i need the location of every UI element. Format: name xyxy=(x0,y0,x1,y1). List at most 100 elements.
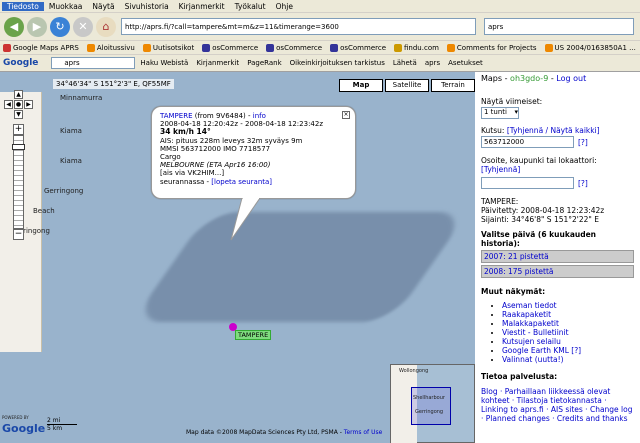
view-link[interactable]: Aseman tiedot xyxy=(502,301,557,310)
view-link[interactable]: Valinnat (uutta!) xyxy=(502,355,564,364)
pan-center-icon[interactable]: ● xyxy=(14,100,23,109)
ais-source: [ais via VK2HIM...] xyxy=(160,169,225,178)
zoom-knob[interactable] xyxy=(12,144,25,150)
stop-icon[interactable]: ✕ xyxy=(73,16,93,37)
call-help-link[interactable]: [?] xyxy=(578,138,588,147)
station-location: Sijainti: 34°46'8" S 151°2'22" E xyxy=(481,215,599,224)
address-clear-link[interactable]: [Tyhjennä] xyxy=(481,165,520,174)
list-item[interactable]: Google Earth KML [?] xyxy=(502,346,634,355)
speed-course: 34 km/h 14° xyxy=(160,127,211,137)
place-label: Gerringong xyxy=(44,187,84,195)
close-icon[interactable]: × xyxy=(342,111,350,119)
call-input[interactable] xyxy=(481,136,574,148)
google-logo: Google xyxy=(2,422,46,435)
zoom-in-icon[interactable]: + xyxy=(13,124,24,135)
history-year-2007[interactable]: 2007: 21 pistettä xyxy=(481,250,634,263)
call-clear-link[interactable]: [Tyhjennä / Näytä kaikki] xyxy=(507,126,600,135)
view-link[interactable]: Viestit - Bulletiinit xyxy=(502,328,569,337)
back-icon[interactable]: ◀ xyxy=(4,16,24,37)
powered-by-label: POWERED BY xyxy=(2,415,29,420)
place-label: Kiama xyxy=(60,157,82,165)
menu-view[interactable]: Näytä xyxy=(87,2,119,11)
reload-icon[interactable]: ↻ xyxy=(50,16,70,37)
menu-tools[interactable]: Työkalut xyxy=(230,2,271,11)
bookmark-item[interactable]: findu.com xyxy=(394,43,439,52)
scale-miles: 2 mi xyxy=(47,417,77,425)
spellcheck-button[interactable]: Oikeinkirjoituksen tarkistus xyxy=(290,59,385,67)
view-link[interactable]: Google Earth KML [?] xyxy=(502,346,581,355)
list-item[interactable]: Aseman tiedot xyxy=(502,301,634,310)
menu-help[interactable]: Ohje xyxy=(271,2,298,11)
coordinate-readout: 34°46'34" S 151°2'3" E, QF55MF xyxy=(53,79,174,89)
map-type-switcher: Map Satellite Terrain xyxy=(337,79,475,92)
station-from: (from 9V6484) xyxy=(194,112,246,120)
other-views-heading: Muut näkymät: xyxy=(481,287,546,296)
home-icon[interactable]: ⌂ xyxy=(96,16,116,37)
map-type-terrain[interactable]: Terrain xyxy=(431,79,475,92)
zoom-slider[interactable] xyxy=(12,135,25,229)
stop-tracking-link[interactable]: [lopeta seuranta] xyxy=(211,178,272,186)
view-link[interactable]: Kutsujen selailu xyxy=(502,337,561,346)
pan-right-icon[interactable]: ▶ xyxy=(24,100,33,109)
logout-link[interactable]: Log out xyxy=(556,74,586,83)
menu-file[interactable]: Tiedosto xyxy=(2,1,44,11)
info-bubble: × TAMPERE (from 9V6484) - info 2008-04-1… xyxy=(151,106,356,199)
view-link[interactable]: Malakkapaketit xyxy=(502,319,559,328)
pan-left-icon[interactable]: ◀ xyxy=(4,100,13,109)
send-button[interactable]: Lähetä xyxy=(393,59,417,67)
search-input[interactable]: aprs xyxy=(484,18,634,35)
bookmark-item[interactable]: Google Maps APRS xyxy=(3,43,79,52)
google-bookmarks-button[interactable]: Kirjanmerkit xyxy=(196,59,239,67)
list-item[interactable]: Malakkapaketit xyxy=(502,319,634,328)
pan-down-icon[interactable]: ▼ xyxy=(14,110,23,119)
forward-icon[interactable]: ▶ xyxy=(27,16,47,37)
bookmark-item[interactable]: Aloitussivu xyxy=(86,43,135,52)
list-item[interactable]: Valinnat (uutta!) xyxy=(502,355,634,364)
google-search-button[interactable]: Haku Webistä xyxy=(140,59,188,67)
maps-heading: Maps xyxy=(481,74,503,83)
google-settings-button[interactable]: Asetukset xyxy=(448,59,483,67)
bookmark-item[interactable]: osCommerce xyxy=(266,43,322,52)
bookmark-item[interactable]: US 2004/0163850A1 ... xyxy=(544,43,636,52)
call-label: Kutsu: xyxy=(481,126,505,135)
overview-place: Wollongong xyxy=(399,368,429,374)
overview-viewport[interactable] xyxy=(411,387,451,425)
address-label: Osoite, kaupunki tai lokaattori: xyxy=(481,156,597,165)
map-canvas[interactable]: Minnamurra Kiama Kiama Gerringong Beach … xyxy=(0,72,475,443)
history-link[interactable]: 2008: 175 pistettä xyxy=(484,267,553,276)
map-type-map[interactable]: Map xyxy=(339,79,383,92)
menu-edit[interactable]: Muokkaa xyxy=(44,2,88,11)
time-range-select[interactable]: 1 tunti ▾ xyxy=(481,107,519,119)
history-year-2008[interactable]: 2008: 175 pistettä xyxy=(481,265,634,278)
overview-map[interactable]: Wollongong Shellharbour Gerringong xyxy=(390,364,475,443)
bookmark-item[interactable]: Comments for Projects xyxy=(446,43,537,52)
about-links[interactable]: Blog · Parhaillaan liikkeessä olevat koh… xyxy=(481,387,634,423)
history-link[interactable]: 2007: 21 pistettä xyxy=(484,252,549,261)
station-name[interactable]: TAMPERE xyxy=(160,112,193,120)
menu-bookmarks[interactable]: Kirjanmerkit xyxy=(174,2,230,11)
list-item[interactable]: Raakapaketit xyxy=(502,310,634,319)
ship-label[interactable]: TAMPERE xyxy=(235,330,272,340)
zoom-out-icon[interactable]: − xyxy=(13,229,24,240)
terms-link[interactable]: Terms of Use xyxy=(344,429,382,436)
list-item[interactable]: Kutsujen selailu xyxy=(502,337,634,346)
google-search-input[interactable]: aprs xyxy=(51,57,136,69)
bookmark-item[interactable]: osCommerce xyxy=(202,43,258,52)
address-bar[interactable]: http://aprs.fi/?call=tampere&mt=m&z=11&t… xyxy=(121,18,476,35)
pan-up-icon[interactable]: ▲ xyxy=(14,90,23,99)
copyright-text: Map data ©2008 MapData Sciences Pty Ltd,… xyxy=(186,429,338,436)
address-input[interactable] xyxy=(481,177,574,189)
menu-history[interactable]: Sivuhistoria xyxy=(120,2,174,11)
info-link[interactable]: info xyxy=(253,112,266,120)
list-item[interactable]: Viestit - Bulletiinit xyxy=(502,328,634,337)
bookmark-item[interactable]: Uutisotsikot xyxy=(142,43,194,52)
scale-km: 5 km xyxy=(47,425,63,432)
map-type-satellite[interactable]: Satellite xyxy=(385,79,429,92)
mmsi-imo: MMSI 563712000 IMO 7718577 xyxy=(160,144,271,153)
address-help-link[interactable]: [?] xyxy=(578,179,588,188)
pan-control: ▲ ◀ ● ▶ ▼ xyxy=(4,90,34,120)
view-link[interactable]: Raakapaketit xyxy=(502,310,551,319)
pagerank-indicator: PageRank xyxy=(247,59,282,67)
aprs-highlight-button[interactable]: aprs xyxy=(425,59,440,67)
bookmark-item[interactable]: osCommerce xyxy=(330,43,386,52)
